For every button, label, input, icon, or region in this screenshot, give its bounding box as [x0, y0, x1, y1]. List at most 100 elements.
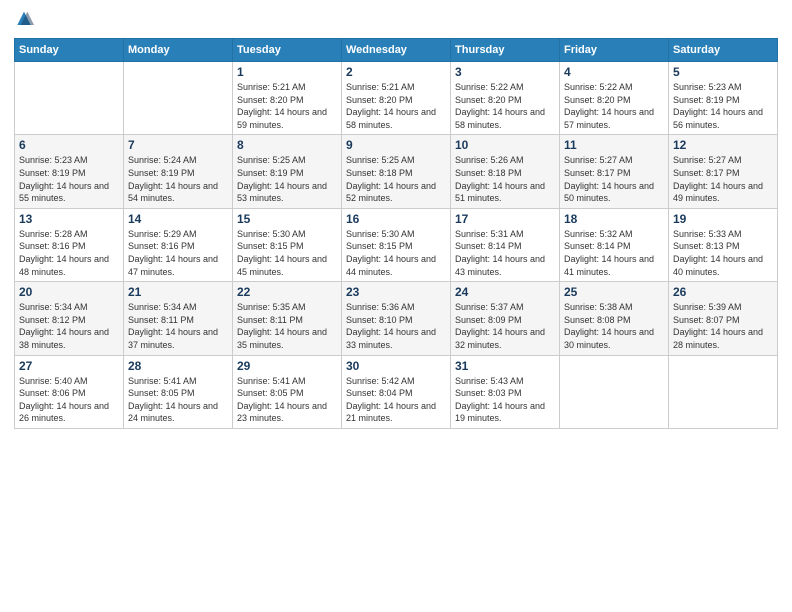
day-number: 21 — [128, 285, 228, 299]
calendar-cell — [124, 62, 233, 135]
day-number: 15 — [237, 212, 337, 226]
day-number: 13 — [19, 212, 119, 226]
day-info: Sunrise: 5:38 AM Sunset: 8:08 PM Dayligh… — [564, 301, 664, 351]
calendar-cell: 10 Sunrise: 5:26 AM Sunset: 8:18 PM Dayli… — [451, 135, 560, 208]
day-number: 25 — [564, 285, 664, 299]
day-info: Sunrise: 5:35 AM Sunset: 8:11 PM Dayligh… — [237, 301, 337, 351]
day-info: Sunrise: 5:26 AM Sunset: 8:18 PM Dayligh… — [455, 154, 555, 204]
day-info: Sunrise: 5:37 AM Sunset: 8:09 PM Dayligh… — [455, 301, 555, 351]
day-info: Sunrise: 5:43 AM Sunset: 8:03 PM Dayligh… — [455, 375, 555, 425]
calendar-cell: 3 Sunrise: 5:22 AM Sunset: 8:20 PM Daylig… — [451, 62, 560, 135]
day-info: Sunrise: 5:41 AM Sunset: 8:05 PM Dayligh… — [237, 375, 337, 425]
calendar-cell: 5Sunrise: 5:23 AM Sunset: 8:19 PM Daylig… — [669, 62, 778, 135]
calendar-cell: 20Sunrise: 5:34 AM Sunset: 8:12 PM Dayli… — [15, 282, 124, 355]
calendar-week-row: 20Sunrise: 5:34 AM Sunset: 8:12 PM Dayli… — [15, 282, 778, 355]
day-info: Sunrise: 5:27 AM Sunset: 8:17 PM Dayligh… — [673, 154, 773, 204]
day-number: 18 — [564, 212, 664, 226]
calendar-cell: 31 Sunrise: 5:43 AM Sunset: 8:03 PM Dayli… — [451, 355, 560, 428]
day-number: 31 — [455, 359, 555, 373]
calendar-cell: 8 Sunrise: 5:25 AM Sunset: 8:19 PM Daylig… — [233, 135, 342, 208]
day-info: Sunrise: 5:31 AM Sunset: 8:14 PM Dayligh… — [455, 228, 555, 278]
day-info: Sunrise: 5:30 AM Sunset: 8:15 PM Dayligh… — [346, 228, 446, 278]
day-info: Sunrise: 5:25 AM Sunset: 8:19 PM Dayligh… — [237, 154, 337, 204]
weekday-header-monday: Monday — [124, 39, 233, 62]
day-number: 19 — [673, 212, 773, 226]
day-number: 3 — [455, 65, 555, 79]
calendar-cell — [560, 355, 669, 428]
day-info: Sunrise: 5:41 AM Sunset: 8:05 PM Dayligh… — [128, 375, 228, 425]
day-info: Sunrise: 5:39 AM Sunset: 8:07 PM Dayligh… — [673, 301, 773, 351]
calendar-cell: 17 Sunrise: 5:31 AM Sunset: 8:14 PM Dayli… — [451, 208, 560, 281]
calendar-cell — [669, 355, 778, 428]
day-number: 9 — [346, 138, 446, 152]
calendar-cell: 19 Sunrise: 5:33 AM Sunset: 8:13 PM Dayli… — [669, 208, 778, 281]
calendar-cell: 11 Sunrise: 5:27 AM Sunset: 8:17 PM Dayli… — [560, 135, 669, 208]
weekday-header-wednesday: Wednesday — [342, 39, 451, 62]
day-info: Sunrise: 5:24 AM Sunset: 8:19 PM Dayligh… — [128, 154, 228, 204]
calendar-cell: 16 Sunrise: 5:30 AM Sunset: 8:15 PM Dayli… — [342, 208, 451, 281]
day-number: 14 — [128, 212, 228, 226]
day-number: 26 — [673, 285, 773, 299]
calendar-cell: 18 Sunrise: 5:32 AM Sunset: 8:14 PM Dayli… — [560, 208, 669, 281]
calendar-week-row: 27 Sunrise: 5:40 AM Sunset: 8:06 PM Dayli… — [15, 355, 778, 428]
calendar-cell: 12 Sunrise: 5:27 AM Sunset: 8:17 PM Dayli… — [669, 135, 778, 208]
day-number: 17 — [455, 212, 555, 226]
header — [14, 10, 778, 30]
day-info: Sunrise: 5:36 AM Sunset: 8:10 PM Dayligh… — [346, 301, 446, 351]
day-number: 1 — [237, 65, 337, 79]
day-number: 20 — [19, 285, 119, 299]
day-info: Sunrise: 5:22 AM Sunset: 8:20 PM Dayligh… — [564, 81, 664, 131]
weekday-header-thursday: Thursday — [451, 39, 560, 62]
day-info: Sunrise: 5:23 AM Sunset: 8:19 PM Dayligh… — [19, 154, 119, 204]
day-number: 11 — [564, 138, 664, 152]
weekday-header-sunday: Sunday — [15, 39, 124, 62]
calendar-cell: 2 Sunrise: 5:21 AM Sunset: 8:20 PM Daylig… — [342, 62, 451, 135]
calendar-cell: 9 Sunrise: 5:25 AM Sunset: 8:18 PM Daylig… — [342, 135, 451, 208]
day-info: Sunrise: 5:40 AM Sunset: 8:06 PM Dayligh… — [19, 375, 119, 425]
weekday-header-friday: Friday — [560, 39, 669, 62]
calendar-cell: 15 Sunrise: 5:30 AM Sunset: 8:15 PM Dayli… — [233, 208, 342, 281]
calendar-cell: 13Sunrise: 5:28 AM Sunset: 8:16 PM Dayli… — [15, 208, 124, 281]
calendar-cell: 21Sunrise: 5:34 AM Sunset: 8:11 PM Dayli… — [124, 282, 233, 355]
calendar-table: SundayMondayTuesdayWednesdayThursdayFrid… — [14, 38, 778, 429]
calendar-cell: 1 Sunrise: 5:21 AM Sunset: 8:20 PM Daylig… — [233, 62, 342, 135]
day-info: Sunrise: 5:21 AM Sunset: 8:20 PM Dayligh… — [346, 81, 446, 131]
day-number: 2 — [346, 65, 446, 79]
calendar-cell: 7 Sunrise: 5:24 AM Sunset: 8:19 PM Daylig… — [124, 135, 233, 208]
day-number: 27 — [19, 359, 119, 373]
day-number: 22 — [237, 285, 337, 299]
calendar-cell: 25 Sunrise: 5:38 AM Sunset: 8:08 PM Dayli… — [560, 282, 669, 355]
day-info: Sunrise: 5:25 AM Sunset: 8:18 PM Dayligh… — [346, 154, 446, 204]
day-info: Sunrise: 5:33 AM Sunset: 8:13 PM Dayligh… — [673, 228, 773, 278]
calendar-cell: 23 Sunrise: 5:36 AM Sunset: 8:10 PM Dayli… — [342, 282, 451, 355]
day-number: 28 — [128, 359, 228, 373]
day-info: Sunrise: 5:27 AM Sunset: 8:17 PM Dayligh… — [564, 154, 664, 204]
day-number: 4 — [564, 65, 664, 79]
calendar-cell: 4 Sunrise: 5:22 AM Sunset: 8:20 PM Daylig… — [560, 62, 669, 135]
calendar-cell: 22 Sunrise: 5:35 AM Sunset: 8:11 PM Dayli… — [233, 282, 342, 355]
calendar-cell — [15, 62, 124, 135]
calendar-week-row: 13Sunrise: 5:28 AM Sunset: 8:16 PM Dayli… — [15, 208, 778, 281]
day-number: 5 — [673, 65, 773, 79]
day-info: Sunrise: 5:30 AM Sunset: 8:15 PM Dayligh… — [237, 228, 337, 278]
calendar-week-row: 6Sunrise: 5:23 AM Sunset: 8:19 PM Daylig… — [15, 135, 778, 208]
calendar-cell: 14 Sunrise: 5:29 AM Sunset: 8:16 PM Dayli… — [124, 208, 233, 281]
day-number: 12 — [673, 138, 773, 152]
day-number: 23 — [346, 285, 446, 299]
calendar-cell: 26 Sunrise: 5:39 AM Sunset: 8:07 PM Dayli… — [669, 282, 778, 355]
weekday-header-saturday: Saturday — [669, 39, 778, 62]
day-number: 29 — [237, 359, 337, 373]
calendar-page: SundayMondayTuesdayWednesdayThursdayFrid… — [0, 0, 792, 612]
day-info: Sunrise: 5:22 AM Sunset: 8:20 PM Dayligh… — [455, 81, 555, 131]
day-info: Sunrise: 5:29 AM Sunset: 8:16 PM Dayligh… — [128, 228, 228, 278]
day-number: 10 — [455, 138, 555, 152]
calendar-cell: 28 Sunrise: 5:41 AM Sunset: 8:05 PM Dayli… — [124, 355, 233, 428]
day-number: 16 — [346, 212, 446, 226]
day-number: 8 — [237, 138, 337, 152]
day-number: 24 — [455, 285, 555, 299]
calendar-cell: 27 Sunrise: 5:40 AM Sunset: 8:06 PM Dayli… — [15, 355, 124, 428]
day-info: Sunrise: 5:21 AM Sunset: 8:20 PM Dayligh… — [237, 81, 337, 131]
day-info: Sunrise: 5:32 AM Sunset: 8:14 PM Dayligh… — [564, 228, 664, 278]
calendar-cell: 30Sunrise: 5:42 AM Sunset: 8:04 PM Dayli… — [342, 355, 451, 428]
day-number: 7 — [128, 138, 228, 152]
